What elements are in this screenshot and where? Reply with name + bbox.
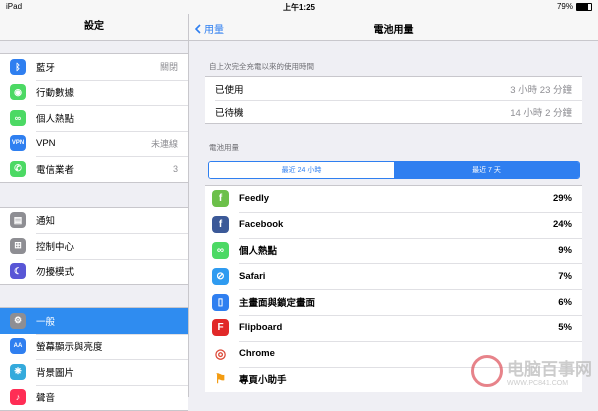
moon-icon: ☾: [10, 263, 26, 280]
settings-group: ▤ 通知 ⊞ 控制中心 ☾ 勿擾模式: [0, 206, 188, 285]
safari-icon: ⊘: [212, 267, 229, 285]
antenna-icon: ◉: [10, 84, 26, 101]
battery-indicator: 79%: [557, 2, 592, 11]
chrome-icon: ◎: [212, 345, 229, 363]
standby-label: 已待機: [215, 107, 244, 119]
standby-value: 14 小時 2 分鐘: [510, 107, 572, 119]
battery-section-header: 電池用量: [209, 143, 239, 152]
control-center-icon: ⊞: [10, 237, 26, 254]
sidebar-item-value: 未連線: [150, 138, 178, 149]
flag-icon: ⚑: [212, 370, 229, 388]
hotspot-icon: ∞: [212, 241, 229, 259]
sidebar-item-label: 控制中心: [36, 241, 75, 253]
sidebar-item[interactable]: ☾ 勿擾模式: [0, 258, 188, 285]
battery-icon: [576, 2, 592, 11]
sidebar-item-label: 通知: [36, 216, 56, 228]
sidebar-item-label: 螢幕顯示與亮度: [36, 342, 103, 354]
app-usage-row: f Facebook 24%: [205, 211, 582, 238]
settings-group: ⚙ 一般 AA 螢幕顯示與亮度 ❋ 背景圖片 ♪ 聲音: [0, 307, 188, 411]
bluetooth-icon: ᛒ: [10, 58, 26, 75]
phone-icon: ✆: [10, 160, 26, 177]
sidebar-item[interactable]: ⚙ 一般: [0, 308, 188, 334]
watermark-url: WWW.PC841.COM: [507, 380, 569, 387]
sidebar-item-label: 一般: [36, 316, 56, 328]
status-bar: iPad 上午1:25 79%: [0, 0, 598, 14]
battery-usage-panel: 用量 電池用量 自上次完全充電以來的使用時間 已使用 3 小時 23 分鐘 已待…: [189, 14, 598, 397]
sidebar-item-label: 行動數據: [36, 88, 75, 100]
usage-row-standby: 已待機 14 小時 2 分鐘: [205, 100, 582, 123]
status-time: 上午1:25: [282, 3, 315, 12]
time-range-segmented-control: 最近 24 小時 最近 7 天: [208, 161, 580, 179]
watermark-text: 电脑百事网: [507, 360, 592, 379]
sidebar-item-label: 藍牙: [36, 62, 56, 74]
app-battery-percent: 29%: [552, 193, 572, 205]
sidebar-item-value: 關閉: [159, 62, 178, 73]
app-usage-row: F Flipboard 5%: [205, 314, 582, 341]
app-battery-percent: 5%: [558, 322, 572, 334]
main-nav-bar: 用量 電池用量: [189, 14, 598, 41]
sidebar-item-label: 勿擾模式: [36, 267, 75, 279]
battery-percent: 79%: [556, 2, 573, 11]
sidebar-item-label: 聲音: [36, 393, 56, 405]
sidebar-item[interactable]: ♪ 聲音: [0, 384, 188, 411]
segment-last-7-days[interactable]: 最近 7 天: [394, 162, 579, 178]
sound-icon: ♪: [10, 389, 26, 406]
app-usage-row: ∞ 個人熱點 9%: [205, 237, 582, 264]
sidebar-item[interactable]: ▤ 通知: [0, 208, 188, 234]
sidebar-item[interactable]: AA 螢幕顯示與亮度: [0, 333, 188, 360]
notifications-icon: ▤: [10, 212, 26, 229]
settings-group: ᛒ 藍牙 關閉 ◉ 行動數據 ∞ 個人熱點 VPN VPN 未連線 ✆ 電信業者 3: [0, 53, 188, 183]
usage-time-group: 已使用 3 小時 23 分鐘 已待機 14 小時 2 分鐘: [205, 76, 582, 124]
display-icon: AA: [10, 338, 26, 355]
sidebar-item-label: 電信業者: [36, 164, 75, 176]
app-battery-percent: 9%: [558, 244, 572, 256]
sidebar-item[interactable]: VPN VPN 未連線: [0, 130, 188, 157]
sidebar-item-label: 背景圖片: [36, 367, 75, 379]
sidebar-item[interactable]: ✆ 電信業者 3: [0, 156, 188, 182]
sidebar-title: 設定: [0, 14, 188, 41]
app-battery-percent: 24%: [552, 219, 572, 231]
sidebar-item[interactable]: ᛒ 藍牙 關閉: [0, 54, 188, 80]
wallpaper-icon: ❋: [10, 363, 26, 380]
page-title: 電池用量: [373, 25, 414, 36]
app-usage-row: ⊘ Safari 7%: [205, 263, 582, 289]
app-battery-percent: 7%: [558, 270, 572, 282]
usage-value: 3 小時 23 分鐘: [510, 84, 572, 96]
sidebar-item-label: 個人熱點: [36, 113, 75, 125]
usage-row-used: 已使用 3 小時 23 分鐘: [205, 77, 582, 100]
app-name: Flipboard: [239, 322, 283, 334]
hotspot-icon: ∞: [10, 109, 26, 126]
app-name: 個人熱點: [239, 246, 278, 258]
app-name: 主畫面與鎖定畫面: [239, 298, 316, 310]
gear-icon: ⚙: [10, 312, 26, 329]
app-name: 專頁小助手: [239, 375, 287, 387]
sidebar-item-label: VPN: [36, 137, 56, 149]
facebook-icon: f: [212, 216, 229, 234]
sidebar-item-value: 3: [172, 163, 178, 174]
sidebar-item[interactable]: ∞ 個人熱點: [0, 105, 188, 131]
app-name: Safari: [239, 270, 266, 282]
segment-last-24-hours[interactable]: 最近 24 小時: [209, 162, 394, 178]
usage-section-header: 自上次完全充電以來的使用時間: [209, 62, 314, 71]
settings-sidebar: 設定 ᛒ 藍牙 關閉 ◉ 行動數據 ∞ 個人熱點 VPN VPN 未連線 ✆ 電信業者 3 ▤ 通知 ⊞ 控制中…: [0, 14, 189, 411]
app-name: Chrome: [239, 348, 275, 360]
watermark: 电脑百事网 WWW.PC841.COM: [471, 355, 592, 387]
homescreen-icon: ▯: [212, 293, 229, 311]
feedly-icon: f: [212, 190, 229, 208]
sidebar-item[interactable]: ◉ 行動數據: [0, 79, 188, 106]
sidebar-item[interactable]: ⊞ 控制中心: [0, 233, 188, 259]
app-name: Feedly: [239, 193, 270, 205]
app-name: Facebook: [239, 219, 284, 231]
vpn-icon: VPN: [10, 135, 26, 152]
app-usage-row: f Feedly 29%: [205, 186, 582, 212]
app-battery-percent: 6%: [558, 296, 572, 308]
watermark-logo-icon: [471, 355, 503, 387]
usage-label: 已使用: [215, 84, 244, 96]
sidebar-item[interactable]: ❋ 背景圖片: [0, 359, 188, 385]
app-usage-row: ▯ 主畫面與鎖定畫面 6%: [205, 289, 582, 315]
flipboard-icon: F: [212, 319, 229, 337]
